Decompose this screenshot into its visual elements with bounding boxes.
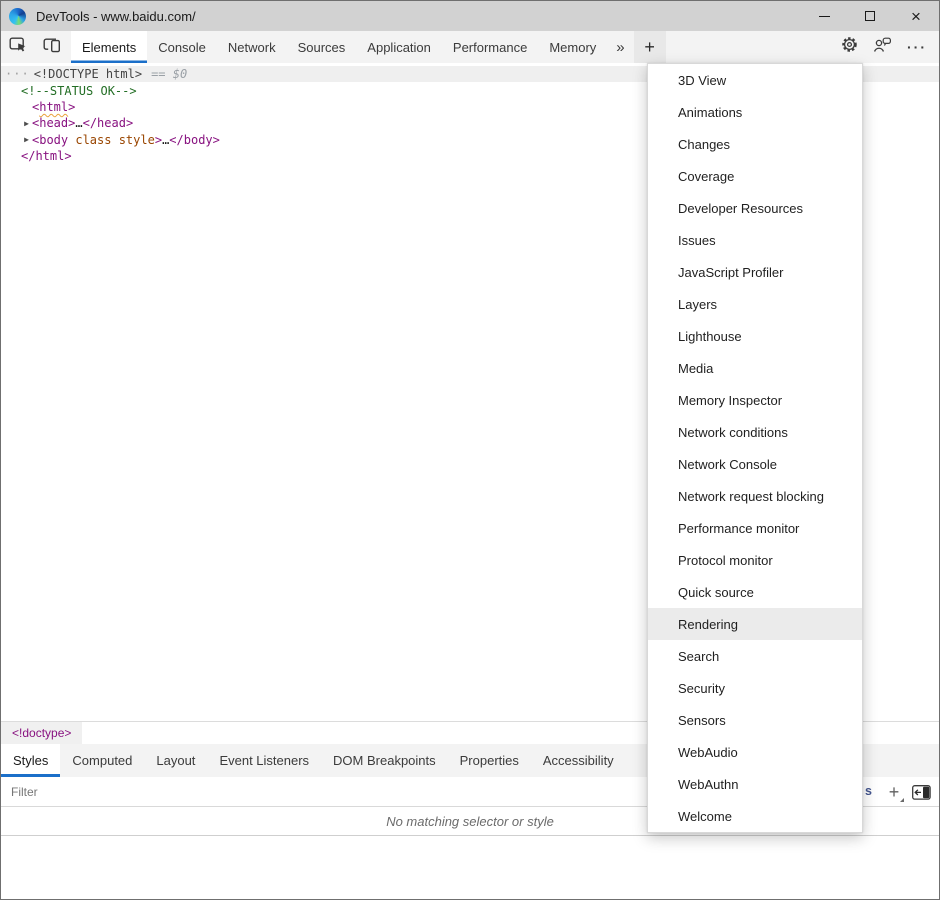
menu-item-network-conditions[interactable]: Network conditions (648, 416, 862, 448)
styles-filter-input[interactable] (1, 785, 301, 799)
tab-event-listeners[interactable]: Event Listeners (207, 744, 321, 777)
collapsed-ellipsis: … (162, 133, 169, 147)
menu-item-issues[interactable]: Issues (648, 224, 862, 256)
menu-item-protocol-monitor[interactable]: Protocol monitor (648, 544, 862, 576)
tab-accessibility[interactable]: Accessibility (531, 744, 626, 777)
device-toolbar-button[interactable] (35, 31, 69, 63)
close-button[interactable]: × (893, 1, 939, 31)
menu-item-network-request-blocking[interactable]: Network request blocking (648, 480, 862, 512)
devtools-toolbar: Elements Console Network Sources Applica… (1, 31, 939, 63)
selected-node-hint: == $0 (151, 67, 187, 81)
breadcrumb-item-doctype[interactable]: <!doctype> (1, 722, 82, 744)
html-open-bracket: < (32, 100, 39, 114)
head-open-tag: <head> (32, 116, 75, 130)
body-open-bracket: > (155, 133, 162, 147)
head-close-tag: </head> (83, 116, 134, 130)
computed-sidebar-toggle-button[interactable] (912, 785, 931, 805)
body-attributes: class style (68, 133, 155, 147)
inspect-element-button[interactable] (1, 31, 35, 63)
body-open-tag: <body (32, 133, 68, 147)
device-toolbar-icon (42, 36, 62, 58)
menu-item-sensors[interactable]: Sensors (648, 704, 862, 736)
cls-button-fragment[interactable]: s (865, 784, 872, 798)
tab-console[interactable]: Console (147, 31, 217, 63)
edge-logo-icon (9, 8, 26, 25)
ellipsis-icon: ··· (907, 39, 927, 55)
tab-computed[interactable]: Computed (60, 744, 144, 777)
gear-icon (841, 36, 858, 58)
maximize-button[interactable] (847, 1, 893, 31)
menu-item-webauthn[interactable]: WebAuthn (648, 768, 862, 800)
expand-chevron-icon[interactable]: ▶ (21, 135, 32, 144)
body-close-tag: </body> (169, 133, 220, 147)
devtools-window: DevTools - www.baidu.com/ × (0, 0, 940, 900)
collapsed-ellipsis: … (75, 116, 82, 130)
window-controls: × (801, 1, 939, 31)
plus-icon: + (644, 37, 655, 58)
menu-item-performance-monitor[interactable]: Performance monitor (648, 512, 862, 544)
tab-memory[interactable]: Memory (538, 31, 607, 63)
tab-performance[interactable]: Performance (442, 31, 538, 63)
menu-item-network-console[interactable]: Network Console (648, 448, 862, 480)
panel-tabs: Elements Console Network Sources Applica… (71, 31, 607, 63)
double-chevron-icon: » (616, 39, 624, 56)
menu-item-memory-inspector[interactable]: Memory Inspector (648, 384, 862, 416)
maximize-icon (865, 11, 875, 21)
menu-item-rendering[interactable]: Rendering (648, 608, 862, 640)
menu-item-3d-view[interactable]: 3D View (648, 64, 862, 96)
feedback-person-icon (873, 37, 892, 58)
more-tools-button[interactable]: + (634, 31, 666, 63)
html-close-tag: </html> (21, 149, 72, 163)
tab-network[interactable]: Network (217, 31, 287, 63)
menu-item-security[interactable]: Security (648, 672, 862, 704)
tab-properties[interactable]: Properties (448, 744, 531, 777)
menu-item-media[interactable]: Media (648, 352, 862, 384)
menu-item-search[interactable]: Search (648, 640, 862, 672)
new-style-rule-button[interactable]: + (883, 780, 905, 804)
menu-item-layers[interactable]: Layers (648, 288, 862, 320)
minimize-button[interactable] (801, 1, 847, 31)
html-tag-name: html (39, 100, 68, 114)
sidebar-panel-icon (912, 785, 931, 805)
plus-icon: + (889, 782, 900, 803)
menu-item-lighthouse[interactable]: Lighthouse (648, 320, 862, 352)
menu-item-webaudio[interactable]: WebAudio (648, 736, 862, 768)
tab-styles[interactable]: Styles (1, 744, 60, 777)
tab-elements[interactable]: Elements (71, 31, 147, 63)
bottom-filler (1, 836, 939, 899)
tab-application[interactable]: Application (356, 31, 442, 63)
window-title: DevTools - www.baidu.com/ (36, 9, 196, 24)
html-close-bracket: > (68, 100, 75, 114)
expand-chevron-icon[interactable]: ▶ (21, 119, 32, 128)
menu-item-changes[interactable]: Changes (648, 128, 862, 160)
minimize-icon (819, 16, 830, 17)
doctype-text: <!DOCTYPE html> (34, 67, 142, 81)
settings-button[interactable] (841, 36, 858, 58)
menu-item-welcome[interactable]: Welcome (648, 800, 862, 832)
feedback-button[interactable] (873, 37, 892, 58)
title-bar: DevTools - www.baidu.com/ × (1, 1, 939, 31)
menu-item-javascript-profiler[interactable]: JavaScript Profiler (648, 256, 862, 288)
empty-styles-message: No matching selector or style (386, 814, 554, 829)
menu-item-coverage[interactable]: Coverage (648, 160, 862, 192)
comment-text: <!--STATUS OK--> (21, 84, 137, 98)
menu-item-animations[interactable]: Animations (648, 96, 862, 128)
more-tools-menu: 3D View Animations Changes Coverage Deve… (647, 63, 863, 833)
inspect-cursor-icon (9, 36, 28, 58)
toolbar-right-controls: ··· (841, 31, 939, 63)
menu-item-quick-source[interactable]: Quick source (648, 576, 862, 608)
more-options-button[interactable]: ··· (907, 39, 927, 55)
close-icon: × (911, 8, 921, 25)
more-tabs-button[interactable]: » (607, 31, 633, 63)
tab-sources[interactable]: Sources (287, 31, 357, 63)
tab-layout[interactable]: Layout (144, 744, 207, 777)
overflow-dots: ··· (1, 67, 34, 81)
menu-item-developer-resources[interactable]: Developer Resources (648, 192, 862, 224)
tab-dom-breakpoints[interactable]: DOM Breakpoints (321, 744, 448, 777)
